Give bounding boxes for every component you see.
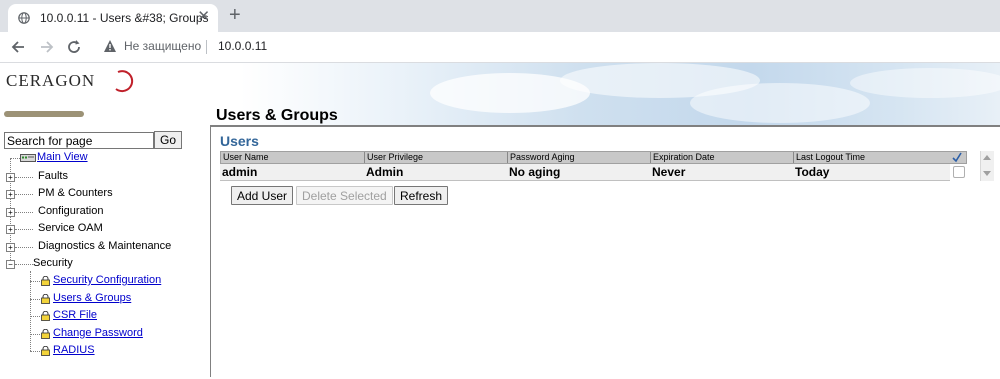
expand-plus-icon[interactable]: + (6, 225, 15, 234)
cell-user-name: admin (222, 165, 258, 179)
cell-expiration-date: Never (652, 165, 686, 179)
delete-selected-button[interactable]: Delete Selected (296, 186, 393, 205)
expand-plus-icon[interactable]: + (6, 190, 15, 199)
cell-user-privilege: Admin (366, 165, 404, 179)
back-arrow-icon[interactable] (9, 37, 29, 57)
globe-icon (18, 12, 30, 24)
cell-password-aging: No aging (509, 165, 561, 179)
sidebar: Go Main View + Faults + PM & Counters + … (0, 125, 211, 377)
column-header-last-logout[interactable]: Last Logout Time (794, 152, 951, 163)
expand-plus-icon[interactable]: + (6, 208, 15, 217)
table-row[interactable]: admin Admin No aging Never Today (220, 164, 950, 181)
tree-connector (15, 212, 33, 213)
tree-item-security[interactable]: Security (33, 257, 73, 273)
page-title: Users & Groups (216, 107, 338, 124)
cloud-decoration (690, 83, 870, 123)
search-input[interactable] (4, 132, 154, 149)
ceragon-logo: CERAGON (6, 71, 96, 90)
tree-item-main-view[interactable]: Main View (37, 151, 88, 167)
browser-toolbar: Не защищено 10.0.0.11 (0, 32, 1000, 63)
header-banner: CERAGON Users & Groups (0, 63, 1000, 125)
logo-swoosh-icon (115, 70, 134, 93)
go-button[interactable]: Go (154, 131, 182, 149)
column-header-password-aging[interactable]: Password Aging (508, 152, 651, 163)
tree-item-pm-counters[interactable]: PM & Counters (38, 187, 113, 203)
main-content: Users User Name User Privilege Password … (211, 125, 1000, 379)
expand-plus-icon[interactable]: + (6, 243, 15, 252)
tree-connector (15, 229, 33, 230)
not-secure-label[interactable]: Не защищено (124, 39, 201, 53)
scroll-up-arrow-icon[interactable] (983, 155, 991, 160)
tab-title: 10.0.0.11 - Users &#38; Groups (40, 11, 209, 25)
forward-arrow-icon[interactable] (36, 37, 56, 57)
section-title: Users (220, 133, 259, 149)
add-user-button[interactable]: Add User (231, 186, 294, 205)
browser-tab[interactable]: 10.0.0.11 - Users &#38; Groups ✕ (8, 4, 218, 32)
cell-last-logout: Today (795, 165, 830, 179)
tree-connector (15, 264, 33, 265)
table-scrollbar[interactable] (980, 151, 994, 181)
tree-item-csr-file[interactable]: CSR File (53, 309, 97, 325)
browser-tab-bar: 10.0.0.11 - Users &#38; Groups ✕ + (0, 0, 1000, 32)
lock-icon (41, 329, 50, 339)
new-tab-icon[interactable]: + (229, 5, 241, 25)
tree-connector (15, 247, 33, 248)
tree-connector (10, 158, 20, 159)
row-select-checkbox[interactable] (953, 166, 965, 178)
column-header-expiration-date[interactable]: Expiration Date (651, 152, 794, 163)
tree-item-faults[interactable]: Faults (38, 170, 68, 186)
tree-item-configuration[interactable]: Configuration (38, 205, 103, 221)
address-bar[interactable]: 10.0.0.11 (218, 39, 267, 53)
tree-connector (30, 271, 31, 351)
expand-plus-icon[interactable]: + (6, 173, 15, 182)
tree-item-service-oam[interactable]: Service OAM (38, 222, 103, 238)
lock-icon (41, 311, 50, 321)
tree-item-users-groups[interactable]: Users & Groups (53, 292, 131, 308)
tree-connector (15, 177, 33, 178)
tree-connector (15, 194, 33, 195)
tree-connector (30, 281, 40, 282)
refresh-button[interactable]: Refresh (394, 186, 449, 205)
tree-connector (30, 351, 40, 352)
tree-connector (30, 334, 40, 335)
tree-connector (30, 316, 40, 317)
main-view-icon (20, 154, 36, 162)
scroll-down-arrow-icon[interactable] (983, 171, 991, 176)
lock-icon (41, 294, 50, 304)
tree-connector (30, 299, 40, 300)
lock-icon (41, 276, 50, 286)
tree-item-radius[interactable]: RADIUS (53, 344, 95, 360)
close-tab-icon[interactable]: ✕ (197, 9, 210, 25)
tree-item-security-configuration[interactable]: Security Configuration (53, 274, 161, 290)
checkmark-icon (952, 152, 962, 163)
tree-item-change-password[interactable]: Change Password (53, 327, 143, 343)
select-all-header[interactable] (950, 151, 967, 164)
column-header-user-privilege[interactable]: User Privilege (365, 152, 508, 163)
table-header: User Name User Privilege Password Aging … (220, 151, 952, 164)
reload-icon[interactable] (64, 37, 84, 57)
collapse-minus-icon[interactable]: − (6, 260, 15, 269)
tree-item-diagnostics[interactable]: Diagnostics & Maintenance (38, 240, 171, 256)
column-header-user-name[interactable]: User Name (221, 152, 365, 163)
logo-fragment (4, 111, 84, 117)
cloud-decoration (850, 68, 1000, 98)
warning-triangle-icon[interactable] (103, 39, 117, 53)
lock-icon (41, 346, 50, 356)
url-separator (206, 40, 207, 54)
